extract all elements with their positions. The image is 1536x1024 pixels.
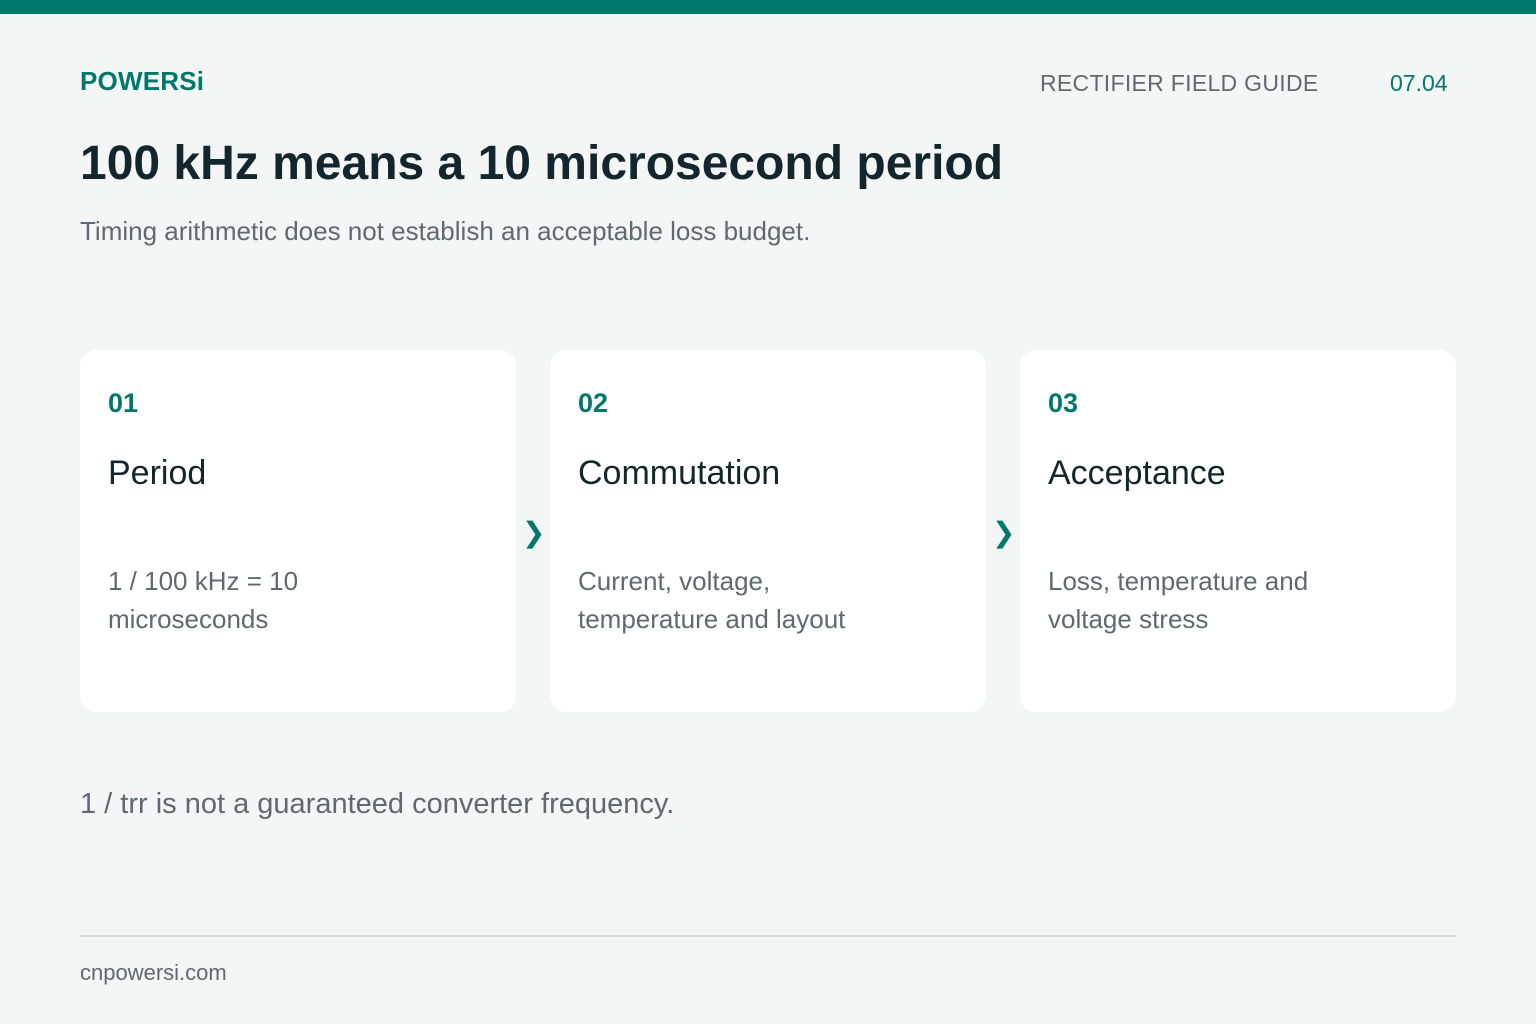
guide-label: RECTIFIER FIELD GUIDE xyxy=(1040,70,1319,96)
step-body: 1 / 100 kHz = 10 microseconds xyxy=(108,566,299,634)
step-number: 02 xyxy=(578,388,609,418)
step-title: Commutation xyxy=(578,454,781,492)
step-number: 03 xyxy=(1048,388,1079,418)
brand-logo: POWERSi xyxy=(80,66,205,96)
chevron-right-icon: ❯ xyxy=(522,517,546,548)
chevron-right-icon: ❯ xyxy=(992,517,1016,548)
step-card-commutation: 02 Commutation Current, voltage, tempera… xyxy=(550,350,986,712)
page-subtitle: Timing arithmetic does not establish an … xyxy=(80,216,811,246)
step-card-acceptance: 03 Acceptance Loss, temperature and volt… xyxy=(1020,350,1456,712)
step-number: 01 xyxy=(108,388,139,418)
top-accent-bar xyxy=(0,0,1536,14)
footer-divider xyxy=(80,935,1456,937)
page-number: 07.04 xyxy=(1390,70,1448,96)
step-body: Loss, temperature and voltage stress xyxy=(1048,566,1309,634)
slide-page: POWERSi RECTIFIER FIELD GUIDE 07.04 100 … xyxy=(0,0,1536,1024)
step-title: Acceptance xyxy=(1048,454,1226,492)
step-card-period: 01 Period 1 / 100 kHz = 10 microseconds xyxy=(80,350,516,712)
step-title: Period xyxy=(108,454,207,492)
footer-url: cnpowersi.com xyxy=(80,960,227,985)
page-title: 100 kHz means a 10 microsecond period xyxy=(80,137,1004,190)
footnote: 1 / trr is not a guaranteed converter fr… xyxy=(80,788,675,820)
step-body: Current, voltage, temperature and layout xyxy=(578,566,846,634)
